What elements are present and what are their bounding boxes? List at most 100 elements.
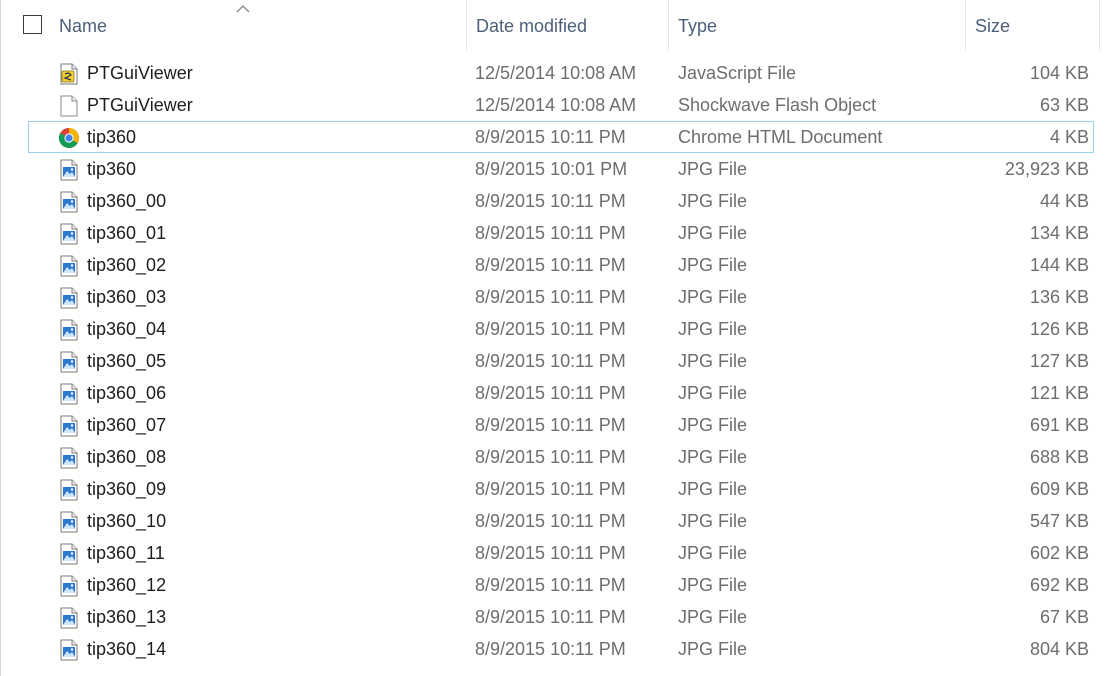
file-name: tip360_02 (87, 255, 167, 275)
jpg-image-icon (58, 607, 80, 629)
file-name: tip360_05 (87, 351, 167, 371)
file-row[interactable]: tip360_10 8/9/2015 10:11 PM JPG File 547 KB (28, 505, 1094, 537)
file-type: JPG File (678, 607, 748, 627)
file-size: 63 KB (1039, 95, 1089, 115)
column-header-name-label: Name (59, 16, 108, 36)
file-row[interactable]: tip360_01 8/9/2015 10:11 PM JPG File 134 KB (28, 217, 1094, 249)
file-row[interactable]: PTGuiViewer 12/5/2014 10:08 AM Shockwave F… (28, 89, 1094, 121)
jpg-image-icon (58, 351, 80, 373)
column-header-type-label: Type (678, 16, 718, 36)
file-type: JPG File (678, 255, 748, 275)
file-size: 547 KB (1029, 511, 1089, 531)
file-date-modified: 8/9/2015 10:11 PM (475, 447, 626, 467)
file-date-modified: 8/9/2015 10:11 PM (475, 543, 626, 563)
file-type: JPG File (678, 639, 748, 659)
file-type: Chrome HTML Document (678, 127, 883, 147)
file-name: tip360_13 (87, 607, 167, 627)
file-size: 692 KB (1029, 575, 1089, 595)
file-row[interactable]: PTGuiViewer 12/5/2014 10:08 AM JavaScript … (28, 57, 1094, 89)
file-date-modified: 8/9/2015 10:11 PM (475, 415, 626, 435)
file-type: JPG File (678, 287, 748, 307)
column-header-date-label: Date modified (476, 16, 588, 36)
file-name: PTGuiViewer (87, 63, 193, 83)
file-name: tip360_11 (87, 543, 165, 563)
jpg-image-icon (58, 447, 80, 469)
jpg-image-icon (58, 511, 80, 533)
file-name: tip360_08 (87, 447, 167, 467)
file-row[interactable]: tip360 8/9/2015 10:11 PM Chrome HTML Docum… (28, 121, 1094, 153)
jpg-image-icon (58, 255, 80, 277)
file-date-modified: 8/9/2015 10:11 PM (475, 255, 626, 275)
file-type: JavaScript File (678, 63, 797, 83)
file-row[interactable]: tip360_06 8/9/2015 10:11 PM JPG File 121 KB (28, 377, 1094, 409)
file-row[interactable]: tip360_00 8/9/2015 10:11 PM JPG File 44 KB (28, 185, 1094, 217)
file-row[interactable]: tip360_12 8/9/2015 10:11 PM JPG File 692 KB (28, 569, 1094, 601)
file-type: JPG File (678, 575, 748, 595)
file-size: 4 KB (1049, 127, 1089, 147)
file-name: tip360_06 (87, 383, 167, 403)
file-row[interactable]: tip360 8/9/2015 10:01 PM JPG File 23,923 KB (28, 153, 1094, 185)
file-size: 67 KB (1039, 607, 1089, 627)
file-row[interactable]: tip360_04 8/9/2015 10:11 PM JPG File 126 KB (28, 313, 1094, 345)
file-date-modified: 8/9/2015 10:11 PM (475, 511, 626, 531)
file-type: JPG File (678, 383, 748, 403)
file-row[interactable]: tip360_14 8/9/2015 10:11 PM JPG File 804 KB (28, 633, 1094, 665)
column-header-bar: Name Date modified Type Size (1, 0, 1112, 50)
file-date-modified: 8/9/2015 10:01 PM (475, 159, 628, 179)
file-date-modified: 8/9/2015 10:11 PM (475, 607, 626, 627)
file-type: JPG File (678, 415, 748, 435)
file-size: 126 KB (1029, 319, 1089, 339)
file-type: JPG File (678, 543, 748, 563)
jpg-image-icon (58, 319, 80, 341)
file-size: 23,923 KB (1004, 159, 1089, 179)
select-all-checkbox[interactable] (23, 15, 42, 34)
file-type: JPG File (678, 319, 748, 339)
file-type: JPG File (678, 191, 748, 211)
file-name: tip360_01 (87, 223, 167, 243)
jpg-image-icon (58, 543, 80, 565)
file-size: 804 KB (1029, 639, 1089, 659)
file-type: JPG File (678, 351, 748, 371)
file-size: 44 KB (1039, 191, 1089, 211)
sort-ascending-icon (236, 5, 250, 13)
file-size: 104 KB (1029, 63, 1089, 83)
column-header-type[interactable]: Type (669, 0, 966, 50)
javascript-file-icon (58, 63, 80, 85)
column-header-size[interactable]: Size (966, 0, 1100, 50)
file-date-modified: 12/5/2014 10:08 AM (475, 63, 637, 83)
file-name: tip360_07 (87, 415, 167, 435)
generic-file-icon (58, 95, 80, 117)
file-date-modified: 8/9/2015 10:11 PM (475, 639, 626, 659)
file-date-modified: 8/9/2015 10:11 PM (475, 191, 626, 211)
column-header-name[interactable]: Name (50, 0, 467, 50)
file-name: tip360_12 (87, 575, 167, 595)
file-name: tip360_09 (87, 479, 167, 499)
file-size: 691 KB (1029, 415, 1089, 435)
file-type: Shockwave Flash Object (678, 95, 877, 115)
jpg-image-icon (58, 159, 80, 181)
jpg-image-icon (58, 415, 80, 437)
file-name: tip360_14 (87, 639, 167, 659)
jpg-image-icon (58, 287, 80, 309)
file-date-modified: 12/5/2014 10:08 AM (475, 95, 637, 115)
file-date-modified: 8/9/2015 10:11 PM (475, 575, 626, 595)
jpg-image-icon (58, 479, 80, 501)
file-type: JPG File (678, 159, 748, 179)
file-date-modified: 8/9/2015 10:11 PM (475, 479, 626, 499)
file-size: 144 KB (1029, 255, 1089, 275)
file-size: 609 KB (1029, 479, 1089, 499)
file-row[interactable]: tip360_02 8/9/2015 10:11 PM JPG File 144 KB (28, 249, 1094, 281)
file-row[interactable]: tip360_09 8/9/2015 10:11 PM JPG File 609 KB (28, 473, 1094, 505)
jpg-image-icon (58, 223, 80, 245)
file-row[interactable]: tip360_08 8/9/2015 10:11 PM JPG File 688 KB (28, 441, 1094, 473)
column-header-date-modified[interactable]: Date modified (467, 0, 669, 50)
file-row[interactable]: tip360_03 8/9/2015 10:11 PM JPG File 136 KB (28, 281, 1094, 313)
file-date-modified: 8/9/2015 10:11 PM (475, 223, 626, 243)
file-size: 127 KB (1029, 351, 1089, 371)
file-type: JPG File (678, 223, 748, 243)
file-row[interactable]: tip360_11 8/9/2015 10:11 PM JPG File 602 KB (28, 537, 1094, 569)
file-row[interactable]: tip360_05 8/9/2015 10:11 PM JPG File 127 KB (28, 345, 1094, 377)
file-date-modified: 8/9/2015 10:11 PM (475, 127, 626, 147)
file-row[interactable]: tip360_13 8/9/2015 10:11 PM JPG File 67 KB (28, 601, 1094, 633)
file-row[interactable]: tip360_07 8/9/2015 10:11 PM JPG File 691 KB (28, 409, 1094, 441)
